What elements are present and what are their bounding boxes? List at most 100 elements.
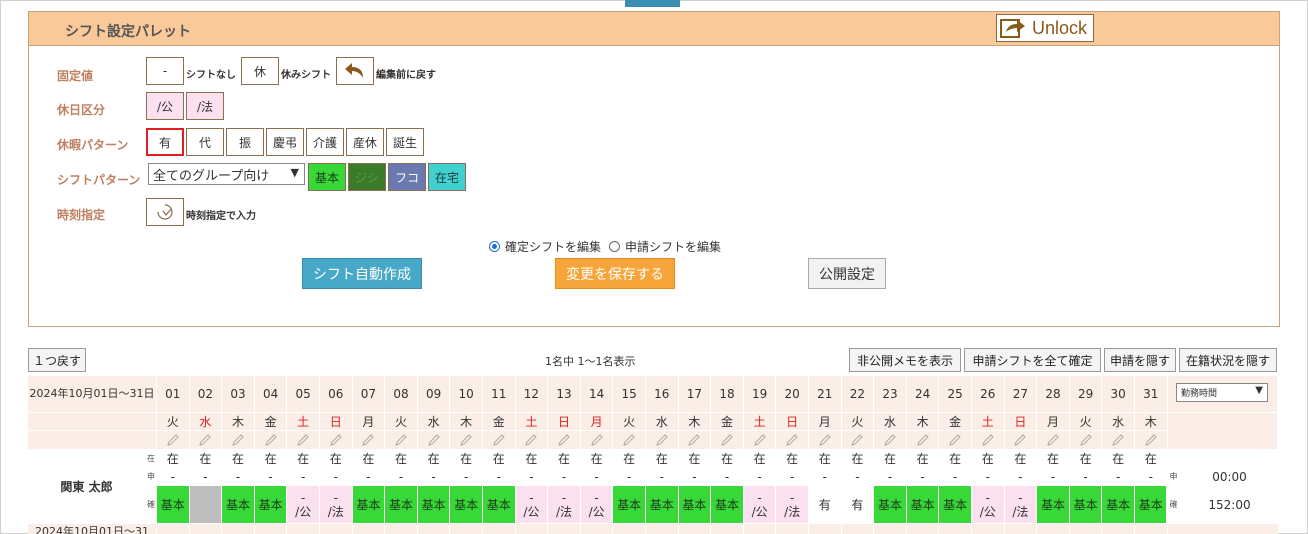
shift-cell[interactable]: 基本 [613,486,646,524]
hide-status-button[interactable]: 在籍状況を隠す [1179,348,1277,372]
shift-pattern-remote[interactable]: 在宅 [428,163,466,191]
shift-cell[interactable]: 有 [809,486,842,524]
request-cell[interactable]: - [254,468,288,486]
request-cell[interactable]: - [548,468,581,486]
undo-one-button[interactable]: １つ戻す [28,348,86,372]
shift-cell[interactable]: -/法 [776,486,809,524]
time-spec-button[interactable] [146,198,184,226]
holiday-public-button[interactable]: /公 [146,92,184,120]
day-memo-cell[interactable] [1135,431,1168,450]
shift-cell[interactable]: 基本 [417,486,451,524]
day-memo-cell[interactable] [1004,431,1038,450]
shift-cell[interactable]: -/公 [580,486,614,524]
shift-cell[interactable]: -/公 [515,486,549,524]
shift-cell[interactable]: 基本 [678,486,712,524]
request-cell[interactable]: - [776,468,809,486]
shift-cell[interactable]: 基本 [711,486,744,524]
day-memo-cell[interactable] [776,431,809,450]
day-memo-cell[interactable] [939,431,972,450]
request-cell[interactable]: - [743,468,777,486]
shift-cell[interactable]: 基本 [1037,486,1070,524]
request-cell[interactable]: - [352,468,386,486]
day-memo-cell[interactable] [906,431,940,450]
shift-cell[interactable]: 基本 [1102,486,1135,524]
radio-requested[interactable] [609,241,621,252]
auto-create-button[interactable]: シフト自動作成 [302,258,422,289]
day-memo-cell[interactable] [352,431,386,450]
no-shift-button[interactable]: - [146,57,184,85]
day-memo-cell[interactable] [1069,431,1103,450]
request-cell[interactable]: - [1004,468,1038,486]
shift-cell[interactable]: 基本 [385,486,418,524]
request-cell[interactable]: - [1102,468,1135,486]
leave-birthday-button[interactable]: 誕生 [386,128,424,156]
shift-cell[interactable]: -/公 [743,486,777,524]
request-cell[interactable]: - [972,468,1005,486]
leave-bereavement-button[interactable]: 慶弔 [266,128,304,156]
leave-maternity-button[interactable]: 産休 [346,128,384,156]
shift-cell[interactable]: 基本 [352,486,386,524]
request-cell[interactable]: - [1135,468,1168,486]
save-changes-button[interactable]: 変更を保存する [555,258,675,289]
request-cell[interactable]: - [841,468,875,486]
rest-shift-button[interactable]: 休 [241,57,279,85]
day-memo-cell[interactable] [1037,431,1070,450]
day-memo-cell[interactable] [320,431,353,450]
request-cell[interactable]: - [483,468,516,486]
radio-confirmed[interactable] [489,241,500,252]
day-memo-cell[interactable] [874,431,907,450]
request-cell[interactable]: - [222,468,255,486]
request-cell[interactable]: - [580,468,614,486]
shift-cell[interactable]: 基本 [939,486,972,524]
request-cell[interactable]: - [157,468,190,486]
day-memo-cell[interactable] [972,431,1005,450]
shift-cell[interactable] [189,486,223,524]
request-cell[interactable]: - [417,468,451,486]
shift-cell[interactable]: -/法 [548,486,581,524]
day-memo-cell[interactable] [417,431,451,450]
shift-pattern-2[interactable]: ジシ [348,163,386,191]
request-cell[interactable]: - [189,468,223,486]
top-tab-indicator[interactable] [625,0,680,7]
request-cell[interactable]: - [711,468,744,486]
day-memo-cell[interactable] [580,431,614,450]
shift-cell[interactable]: 有 [841,486,875,524]
shift-pattern-basic[interactable]: 基本 [308,163,346,191]
shift-cell[interactable]: -/法 [320,486,353,524]
request-cell[interactable]: - [1069,468,1103,486]
leave-care-button[interactable]: 介護 [306,128,344,156]
shift-cell[interactable]: 基本 [157,486,190,524]
request-cell[interactable]: - [1037,468,1070,486]
request-cell[interactable]: - [678,468,712,486]
shift-cell[interactable]: -/法 [1004,486,1038,524]
shift-group-select[interactable]: 全てのグループ向け ▼ [148,163,305,185]
day-memo-cell[interactable] [254,431,288,450]
shift-pattern-3[interactable]: フコ [388,163,426,191]
show-memo-button[interactable]: 非公開メモを表示 [849,348,961,372]
shift-cell[interactable]: 基本 [483,486,516,524]
shift-cell[interactable]: 基本 [222,486,255,524]
day-memo-cell[interactable] [841,431,875,450]
day-memo-cell[interactable] [1102,431,1135,450]
employee-name[interactable]: 関東 太郎 [28,450,146,524]
shift-cell[interactable]: -/公 [972,486,1005,524]
request-cell[interactable]: - [515,468,549,486]
request-cell[interactable]: - [874,468,907,486]
shift-cell[interactable]: 基本 [1135,486,1168,524]
day-memo-cell[interactable] [515,431,549,450]
leave-paid-button[interactable]: 有 [146,128,184,156]
day-memo-cell[interactable] [385,431,418,450]
shift-cell[interactable]: 基本 [646,486,679,524]
shift-cell[interactable]: 基本 [1069,486,1103,524]
holiday-legal-button[interactable]: /法 [186,92,224,120]
shift-cell[interactable]: -/公 [287,486,320,524]
shift-cell[interactable]: 基本 [906,486,940,524]
day-memo-cell[interactable] [483,431,516,450]
day-memo-cell[interactable] [450,431,483,450]
day-memo-cell[interactable] [646,431,679,450]
shift-cell[interactable]: 基本 [874,486,907,524]
day-memo-cell[interactable] [222,431,255,450]
revert-button[interactable] [336,57,374,85]
day-memo-cell[interactable] [157,431,190,450]
day-memo-cell[interactable] [613,431,646,450]
